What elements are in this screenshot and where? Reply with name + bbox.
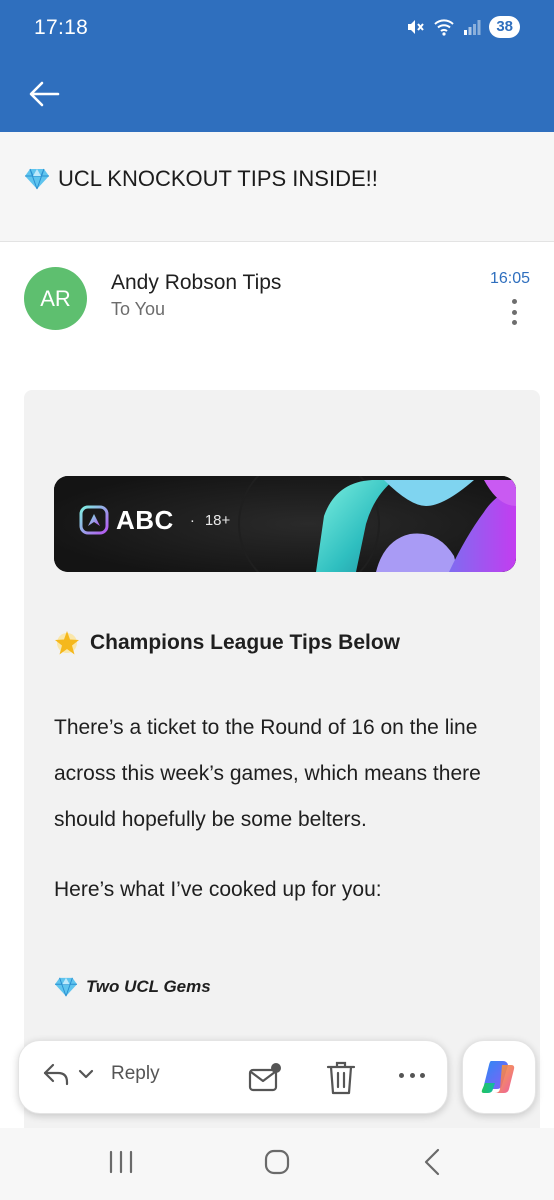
gems-title: Two UCL Gems	[54, 976, 211, 998]
body-paragraph-2: Here’s what I’ve cooked up for you:	[54, 878, 382, 901]
section-title: Champions League Tips Below	[54, 630, 400, 656]
status-bar: 17:18 38	[0, 0, 554, 58]
gem-icon	[25, 168, 49, 190]
back-icon[interactable]	[422, 1148, 444, 1176]
action-bar: Reply	[18, 1040, 448, 1114]
signal-icon	[464, 20, 481, 35]
subject-bar: UCL KNOCKOUT TIPS INSIDE!!	[0, 132, 554, 242]
promo-banner[interactable]: ABC · 18+	[54, 476, 516, 572]
more-horizontal-icon	[399, 1073, 404, 1078]
battery-badge: 38	[489, 16, 520, 38]
more-actions-button[interactable]	[399, 1073, 425, 1081]
star-icon	[55, 631, 79, 655]
gem-icon	[55, 977, 77, 997]
recipient-label[interactable]: To You	[111, 299, 165, 320]
copilot-button[interactable]	[462, 1040, 536, 1114]
reply-icon	[43, 1063, 69, 1086]
email-body: ABC · 18+ Champions League Tips Below Th…	[24, 390, 540, 1150]
mark-unread-button[interactable]	[247, 1061, 283, 1097]
more-vertical-icon	[511, 299, 517, 304]
section-title-text: Champions League Tips Below	[90, 631, 400, 654]
brand-logo-icon	[79, 505, 109, 535]
sender-row: AR Andy Robson Tips To You 16:05	[0, 242, 554, 372]
banner-logo: ABC · 18+	[78, 504, 230, 536]
recent-apps-icon[interactable]	[108, 1150, 134, 1174]
message-more-button[interactable]	[504, 297, 524, 327]
app-bar	[0, 58, 554, 132]
email-subject-text: UCL KNOCKOUT TIPS INSIDE!!	[58, 166, 378, 191]
back-button[interactable]	[22, 72, 66, 116]
sender-name[interactable]: Andy Robson Tips	[111, 271, 281, 295]
gems-title-text: Two UCL Gems	[86, 977, 211, 996]
delete-button[interactable]	[323, 1059, 359, 1097]
home-icon[interactable]	[264, 1149, 290, 1175]
banner-brand: ABC	[116, 504, 174, 535]
avatar[interactable]: AR	[24, 267, 87, 330]
mute-icon	[408, 20, 425, 34]
email-subject: UCL KNOCKOUT TIPS INSIDE!!	[24, 166, 378, 192]
body-paragraph-1: There’s a ticket to the Round of 16 on t…	[54, 716, 481, 831]
trash-icon	[326, 1061, 356, 1095]
status-icons: 38	[405, 16, 520, 38]
reply-button[interactable]: Reply	[41, 1061, 160, 1087]
chevron-down-icon[interactable]	[77, 1067, 95, 1081]
banner-separator: ·	[189, 511, 195, 529]
wifi-icon	[434, 19, 455, 36]
mark-unread-icon	[248, 1063, 281, 1092]
status-time: 17:18	[34, 16, 89, 39]
reply-label: Reply	[111, 1063, 160, 1084]
banner-age-label: 18+	[204, 511, 231, 529]
system-nav-bar	[0, 1128, 554, 1200]
arrow-left-icon	[29, 81, 60, 107]
copilot-icon	[481, 1061, 515, 1093]
sent-time: 16:05	[489, 270, 530, 287]
